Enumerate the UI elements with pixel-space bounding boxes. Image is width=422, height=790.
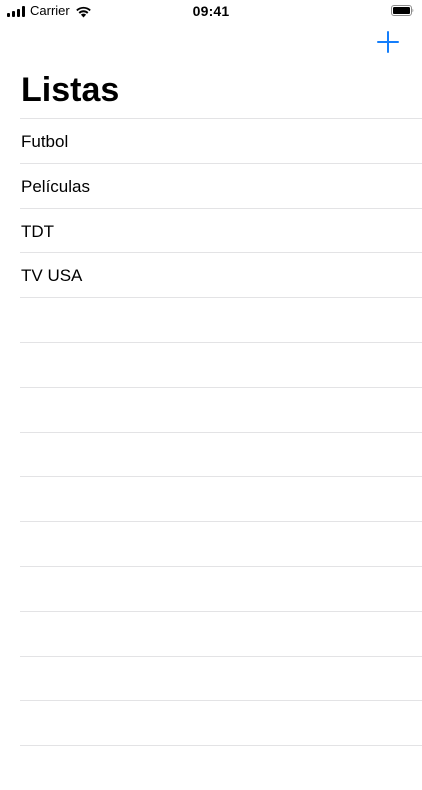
list-item-label: TV USA xyxy=(21,266,83,286)
list-item[interactable]: TV USA xyxy=(20,252,422,297)
empty-row xyxy=(20,476,422,521)
list-item-label: Películas xyxy=(21,176,90,196)
list-item-label: Futbol xyxy=(21,132,69,151)
page-title: Listas xyxy=(21,71,120,109)
lists-table: Futbol Películas TDT TV USA xyxy=(0,118,422,790)
navigation-bar xyxy=(0,22,422,66)
empty-row xyxy=(20,341,422,387)
empty-row xyxy=(20,610,422,656)
list-item[interactable]: TDT xyxy=(20,207,422,253)
plus-icon xyxy=(377,31,399,53)
status-bar: Carrier 09:41 xyxy=(0,0,422,22)
empty-row xyxy=(20,565,422,611)
empty-row xyxy=(20,386,422,432)
list-item-label: TDT xyxy=(21,221,55,241)
empty-row xyxy=(20,297,422,342)
status-time: 09:41 xyxy=(192,3,230,19)
empty-row xyxy=(20,655,422,701)
battery-icon xyxy=(391,5,414,16)
empty-row xyxy=(20,700,422,745)
list-item[interactable]: Futbol xyxy=(20,118,422,163)
empty-row xyxy=(20,431,422,477)
add-list-button[interactable] xyxy=(376,30,400,54)
list-item[interactable]: Películas xyxy=(20,162,422,208)
empty-row xyxy=(20,745,422,790)
empty-row xyxy=(20,521,422,566)
